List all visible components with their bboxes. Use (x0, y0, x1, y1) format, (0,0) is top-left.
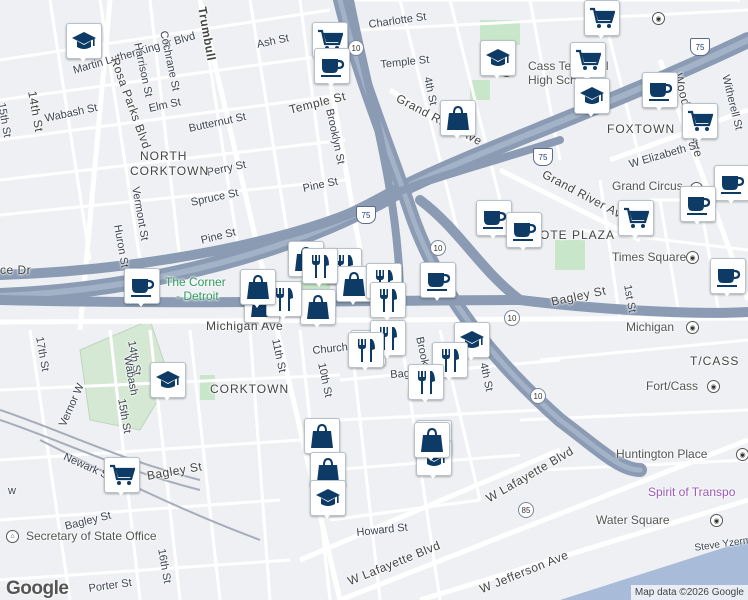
bag-icon (305, 294, 331, 320)
map-pin[interactable] (370, 282, 406, 322)
district-ote-plaza: OTE PLAZA (540, 228, 616, 242)
map-pin[interactable] (642, 72, 678, 112)
place-fort-cass[interactable]: Fort/Cass (646, 380, 698, 392)
bag-icon (419, 427, 445, 453)
map-pin[interactable] (506, 212, 542, 252)
transit-marker-icon: ◉ (686, 321, 699, 334)
route-10-shield-icon: 10 (530, 388, 546, 404)
map-pin[interactable] (124, 268, 160, 308)
transit-marker-icon: ◉ (710, 514, 723, 527)
interstate-75-shield-icon: 75 (533, 148, 553, 166)
coffee-icon (481, 205, 507, 231)
cart-icon (575, 47, 601, 73)
school-icon (579, 83, 605, 109)
map-pin[interactable] (302, 248, 338, 288)
government-marker-icon: ⌂ (6, 530, 19, 543)
map-pin[interactable] (414, 422, 450, 462)
interstate-75-shield-icon: 75 (690, 38, 710, 56)
map-pin[interactable] (574, 78, 610, 118)
map-pin[interactable] (714, 165, 748, 205)
place-corner-2[interactable]: - Detroit (176, 290, 219, 302)
map-pin[interactable] (408, 364, 444, 404)
map-pin[interactable] (570, 42, 606, 82)
transit-marker-icon: ◉ (686, 251, 699, 264)
coffee-icon (647, 77, 673, 103)
coffee-icon (719, 170, 745, 196)
school-icon (71, 28, 97, 54)
cart-icon (109, 462, 135, 488)
coffee-icon (685, 191, 711, 217)
school-icon (485, 45, 511, 71)
map-pin[interactable] (476, 200, 512, 240)
bag-icon (341, 271, 367, 297)
coffee-icon (129, 273, 155, 299)
map-pin[interactable] (300, 289, 336, 329)
fork-knife-icon (353, 337, 379, 363)
route-10-shield-icon: 10 (348, 40, 364, 56)
place-spirit[interactable]: Spirit of Transpo (648, 486, 735, 498)
map-pin[interactable] (66, 23, 102, 63)
district-corktown: CORKTOWN (210, 382, 290, 396)
coffee-icon (319, 53, 345, 79)
coffee-icon (425, 267, 451, 293)
map-pin[interactable] (584, 0, 620, 40)
cart-icon (589, 5, 615, 31)
map-pin[interactable] (310, 480, 346, 520)
route-10-shield-icon: 10 (504, 310, 520, 326)
bag-icon (309, 423, 335, 449)
street-dr: ce Dr (0, 263, 32, 277)
place-times-square[interactable]: Times Square (612, 251, 686, 263)
district-north-corktown-1: NORTH (140, 149, 188, 163)
map-pin[interactable] (336, 266, 372, 306)
place-sos-office[interactable]: Secretary of State Office (26, 530, 157, 542)
map-pin[interactable] (348, 332, 384, 372)
map-pin[interactable] (440, 100, 476, 140)
route-10-shield-icon: 10 (430, 240, 446, 256)
transit-marker-icon: ◉ (736, 448, 748, 461)
place-huntington[interactable]: Huntington Place (616, 448, 707, 460)
fork-knife-icon (307, 253, 333, 279)
map-pin[interactable] (150, 362, 186, 402)
street-w-edge: w (8, 485, 16, 497)
map-attribution[interactable]: Map data ©2026 Google (630, 585, 748, 600)
bag-icon (245, 274, 271, 300)
map-pin[interactable] (618, 200, 654, 240)
district-cass: T/CASS (690, 354, 740, 368)
map-pin[interactable] (104, 457, 140, 497)
coffee-icon (715, 263, 741, 289)
place-grand-circus[interactable]: Grand Circus (612, 180, 683, 192)
route-85-shield-icon: 85 (518, 502, 534, 518)
district-north-corktown-2: CORKTOWN (130, 164, 210, 178)
transit-marker-icon: ◉ (707, 380, 720, 393)
cart-icon (687, 108, 713, 134)
district-foxtown: FOXTOWN (607, 122, 676, 136)
map-pin[interactable] (314, 48, 350, 88)
transit-marker-icon: ◉ (652, 12, 665, 25)
fork-knife-icon (413, 369, 439, 395)
map-pin[interactable] (680, 186, 716, 226)
map-pin[interactable] (480, 40, 516, 80)
school-icon (155, 367, 181, 393)
coffee-icon (511, 217, 537, 243)
cart-icon (623, 205, 649, 231)
place-water-square[interactable]: Water Square (596, 514, 670, 526)
map-pin[interactable] (420, 262, 456, 302)
place-michigan-station[interactable]: Michigan (626, 321, 674, 333)
school-icon (315, 485, 341, 511)
google-logo: Google (6, 578, 69, 599)
map-pin[interactable] (710, 258, 746, 298)
fork-knife-icon (375, 287, 401, 313)
map-canvas[interactable]: Martin Luther King Jr Blvd Trumbull Ash … (0, 0, 748, 600)
place-corner-1[interactable]: The Corner (165, 276, 226, 288)
map-pin[interactable] (240, 269, 276, 309)
bag-icon (445, 105, 471, 131)
interstate-75-shield-icon: 75 (356, 206, 376, 224)
map-pin[interactable] (682, 103, 718, 143)
